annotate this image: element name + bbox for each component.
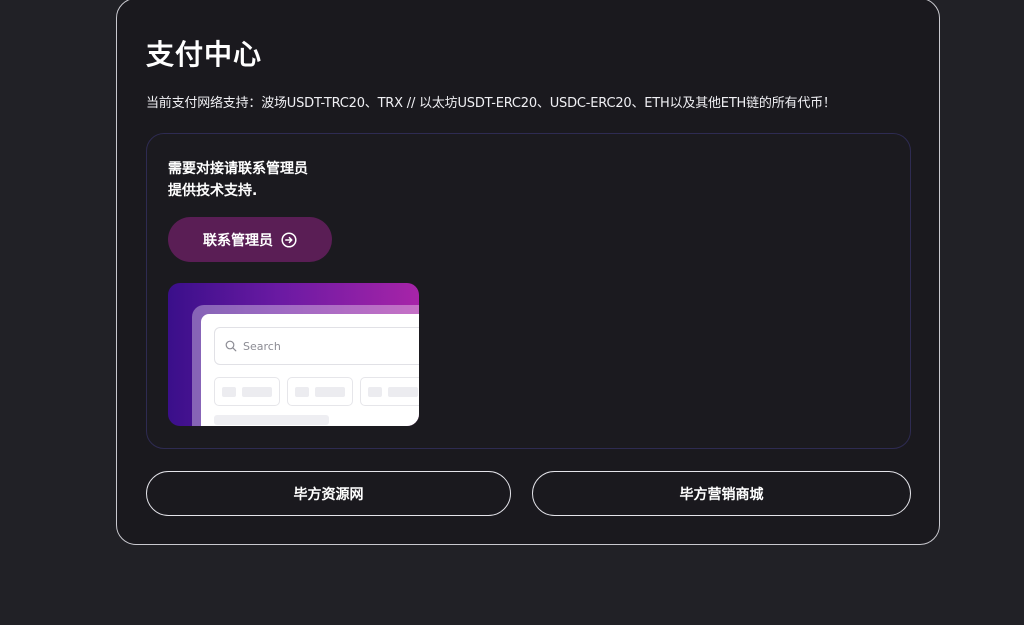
bifang-marketing-mall-label: 毕方营销商城: [679, 486, 764, 503]
page-title: 支付中心: [146, 38, 263, 71]
payment-center-card: 支付中心 当前支付网络支持：波场USDT-TRC20、TRX // 以太坊USD…: [116, 0, 940, 545]
network-support-text: 当前支付网络支持：波场USDT-TRC20、TRX // 以太坊USDT-ERC…: [146, 96, 836, 111]
contact-admin-button[interactable]: 联系管理员: [168, 217, 332, 262]
arrow-right-circle-icon: [281, 231, 297, 248]
contact-panel: 需要对接请联系管理员 提供技术支持. 联系管理员 Search: [146, 133, 911, 449]
bifang-marketing-mall-link[interactable]: 毕方营销商城: [532, 471, 911, 516]
contact-line-1: 需要对接请联系管理员: [168, 161, 308, 177]
preview-bar: [214, 415, 329, 425]
preview-chip: [360, 377, 419, 406]
preview-chip: [287, 377, 353, 406]
bifang-resource-label: 毕方资源网: [293, 486, 364, 503]
contact-description: 需要对接请联系管理员 提供技术支持.: [168, 158, 308, 202]
contact-line-2: 提供技术支持.: [168, 183, 258, 199]
bifang-resource-link[interactable]: 毕方资源网: [146, 471, 511, 516]
app-preview-image: Search: [168, 283, 419, 426]
preview-chip: [214, 377, 280, 406]
contact-admin-label: 联系管理员: [203, 232, 273, 249]
search-icon: [225, 340, 237, 352]
preview-search-field: Search: [214, 327, 419, 365]
preview-panel: Search: [201, 314, 419, 426]
preview-search-placeholder: Search: [243, 339, 281, 353]
